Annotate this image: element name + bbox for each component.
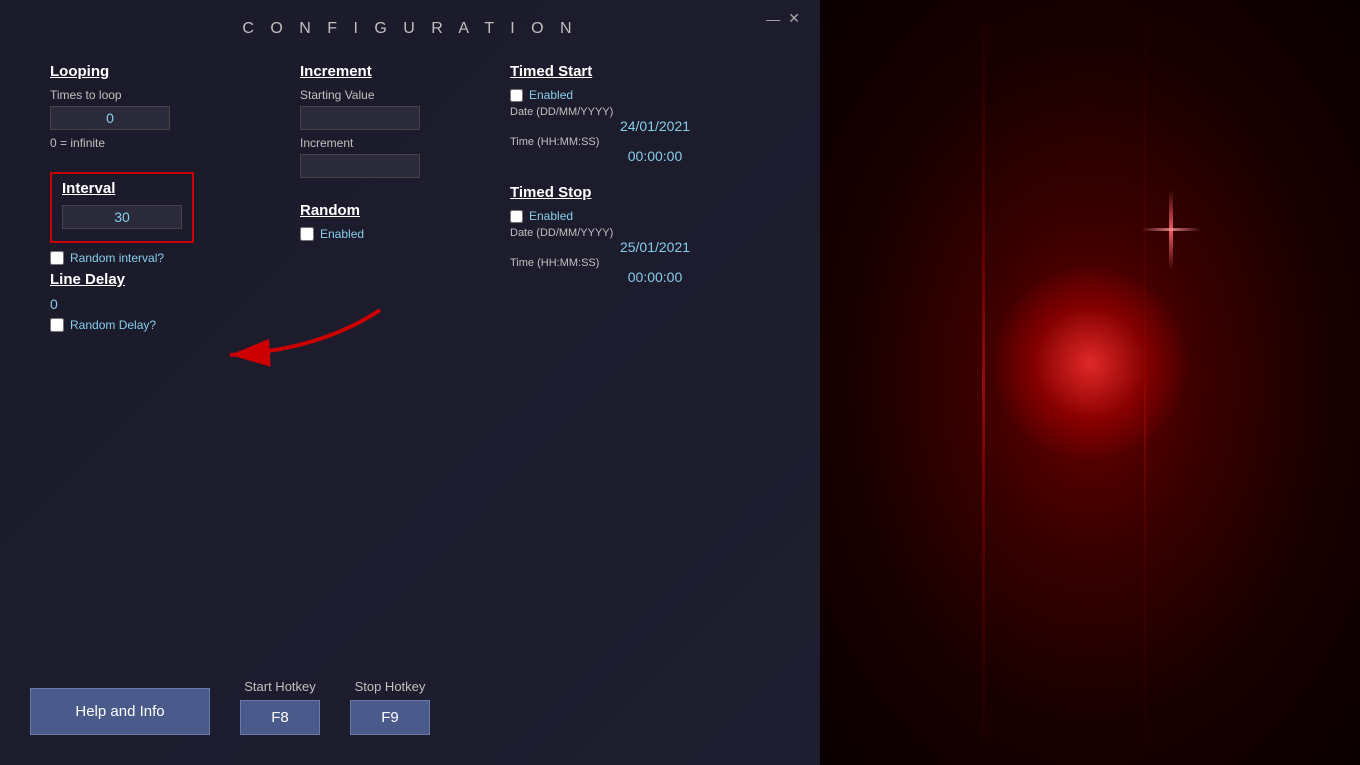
looping-value-input[interactable] [50,106,170,130]
timed-stop-date-label: Date (DD/MM/YYYY) [510,227,800,239]
start-hotkey-section: Start Hotkey F8 [240,679,320,735]
increment-label: Increment [300,136,490,150]
start-hotkey-button[interactable]: F8 [240,700,320,735]
window-title: C O N F I G U R A T I O N [30,20,790,38]
left-column: Looping Times to loop 0 = infinite Inter… [50,63,300,338]
random-interval-label: Random interval? [70,251,164,265]
timed-stop-date-value: 25/01/2021 [510,239,800,255]
red-streak-right [1144,0,1146,765]
timed-start-date-label: Date (DD/MM/YYYY) [510,106,800,118]
infinite-label: 0 = infinite [50,136,290,150]
interval-title: Interval [62,180,182,197]
timed-start-enabled-label: Enabled [529,88,573,102]
help-info-button[interactable]: Help and Info [30,688,210,735]
right-column: Timed Start Enabled Date (DD/MM/YYYY) 24… [500,63,800,338]
stop-hotkey-button[interactable]: F9 [350,700,430,735]
close-button[interactable]: ✕ [788,10,800,27]
interval-value-input[interactable] [62,205,182,229]
timed-stop-section: Timed Stop Enabled Date (DD/MM/YYYY) 25/… [510,184,800,285]
window-controls: — ✕ [766,10,800,27]
start-hotkey-label: Start Hotkey [240,679,320,694]
starting-value-label: Starting Value [300,88,490,102]
increment-start-input[interactable] [300,106,420,130]
random-interval-checkbox[interactable] [50,251,64,265]
random-title: Random [300,202,490,219]
looping-title: Looping [50,63,290,80]
timed-start-title: Timed Start [510,63,800,80]
random-delay-label: Random Delay? [70,318,156,332]
interval-box: Interval [50,172,194,243]
random-delay-row: Random Delay? [50,318,290,332]
timed-stop-checkbox[interactable] [510,210,523,223]
line-delay-value: 0 [50,296,290,312]
timed-start-date-value: 24/01/2021 [510,118,800,134]
timed-start-time-label: Time (HH:MM:SS) [510,136,800,148]
random-enabled-checkbox[interactable] [300,227,314,241]
timed-stop-title: Timed Stop [510,184,800,201]
right-panel [820,0,1360,765]
config-panel: — ✕ C O N F I G U R A T I O N Looping Ti… [0,0,820,765]
timed-start-section: Timed Start Enabled Date (DD/MM/YYYY) 24… [510,63,800,164]
stop-hotkey-label: Stop Hotkey [350,679,430,694]
minimize-button[interactable]: — [766,10,780,27]
increment-title: Increment [300,63,490,80]
timed-start-checkbox[interactable] [510,89,523,102]
random-enabled-row: Enabled [300,227,490,241]
random-interval-row: Random interval? [50,251,290,265]
timed-start-enabled-row: Enabled [510,88,800,102]
timed-stop-time-label: Time (HH:MM:SS) [510,257,800,269]
times-to-loop-label: Times to loop [50,88,290,102]
timed-stop-enabled-row: Enabled [510,209,800,223]
timed-stop-time-value: 00:00:00 [510,269,800,285]
stop-hotkey-section: Stop Hotkey F9 [350,679,430,735]
bottom-row: Help and Info Start Hotkey F8 Stop Hotke… [30,679,790,735]
random-enabled-label: Enabled [320,227,364,241]
red-glow-effect [990,263,1190,463]
increment-value-input[interactable] [300,154,420,178]
main-grid: Looping Times to loop 0 = infinite Inter… [30,63,790,338]
random-delay-checkbox[interactable] [50,318,64,332]
timed-stop-enabled-label: Enabled [529,209,573,223]
timed-start-time-value: 00:00:00 [510,148,800,164]
line-delay-title: Line Delay [50,271,290,288]
red-streak-left [982,0,985,765]
mid-column: Increment Starting Value Increment Rando… [300,63,500,338]
